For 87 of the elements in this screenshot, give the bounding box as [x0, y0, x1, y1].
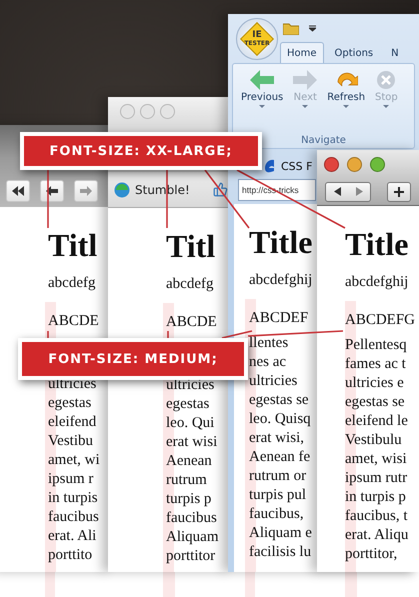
paragraph-line: egestas [48, 394, 92, 413]
left-arrow-icon [250, 70, 274, 90]
paragraph-line: egestas [166, 395, 210, 414]
add-button[interactable] [387, 182, 411, 202]
forward-button[interactable] [74, 180, 98, 202]
paragraph-line: rutrum [166, 471, 207, 490]
paragraph-line: faucibus, t [345, 507, 408, 526]
rewind-button[interactable] [6, 180, 30, 202]
paragraph-line: egestas se [249, 391, 309, 410]
paragraph-line: Vestibu [48, 432, 93, 451]
ribbon-button[interactable]: Previous [239, 70, 286, 108]
page-title: Titl [166, 227, 216, 266]
paragraph-line: fames ac t [345, 355, 406, 374]
paragraph-line: in turpis p [345, 488, 406, 507]
paragraph-line: erat. Ali [48, 527, 96, 546]
paragraph-line: Aenean fe [249, 448, 310, 467]
paragraph-line: erat wisi, [249, 429, 304, 448]
uppercase-sample: ABCDEFG [345, 311, 416, 330]
lowercase-sample: abcdefg [48, 274, 96, 293]
left-triangle-icon [334, 187, 340, 196]
paragraph-line: amet, wi [48, 451, 100, 470]
page-title: Title [249, 223, 312, 262]
leader-line [47, 170, 49, 228]
lowercase-sample: abcdefg [166, 275, 214, 294]
paragraph-line: Aliquam [166, 528, 218, 547]
zoom-button[interactable] [370, 156, 385, 172]
page-title: Title [345, 225, 408, 264]
paragraph-line: turpis pul [249, 486, 306, 505]
paragraph-line: porttitor, [345, 545, 398, 564]
stop-icon [376, 70, 396, 90]
paragraph-line: llentes [249, 334, 288, 353]
uppercase-sample: ABCDE [166, 313, 217, 332]
ribbon-tab[interactable]: N [384, 42, 406, 63]
paragraph-line: eleifend le [345, 412, 408, 431]
paragraph-line: ultricies [249, 372, 298, 391]
lowercase-sample: abcdefghij [249, 271, 312, 290]
paragraph-line: Vestibulu [345, 431, 402, 450]
paragraph-line: turpis p [166, 490, 212, 509]
close-button[interactable] [324, 156, 339, 172]
paragraph-line: erat wisi [166, 433, 218, 452]
uppercase-sample: ABCDEF [249, 309, 308, 328]
right-arrow-icon [293, 70, 318, 90]
leader-line [166, 170, 168, 228]
paragraph-line: in turpis [48, 489, 98, 508]
paragraph-line: egestas se [345, 393, 405, 412]
leader-line [167, 331, 169, 338]
ribbon-tab[interactable]: Options [328, 42, 380, 63]
paragraph-line: leo. Quisq [249, 410, 311, 429]
paragraph-line: leo. Qui [166, 414, 214, 433]
page-title: Titl [48, 226, 98, 265]
uppercase-sample: ABCDE [48, 312, 99, 331]
paragraph-line: nes ac [249, 353, 286, 372]
page-tab[interactable]: CSS F [281, 160, 312, 172]
paragraph-line: ipsum r [48, 470, 94, 489]
paragraph-line: faucibus [48, 508, 99, 527]
paragraph-line: Pellentesq [345, 336, 407, 355]
leader-line [47, 331, 49, 338]
thumbs-up-icon[interactable] [212, 182, 228, 197]
annotation-label: FONT-SIZE: XX-LARGE; [20, 132, 262, 170]
paragraph-line: porttito [48, 546, 92, 565]
paragraph-line: rutrum or [249, 467, 306, 486]
paragraph-line: faucibus [166, 509, 217, 528]
group-label: Navigate [300, 135, 347, 148]
su-logo-icon [114, 182, 130, 198]
dropdown-icon[interactable] [309, 24, 316, 32]
lowercase-sample: abcdefghij [345, 273, 408, 292]
back-arrow-icon [46, 186, 58, 196]
double-arrow-icon [12, 186, 24, 196]
paragraph-line: eleifend [48, 413, 96, 432]
paragraph-line: faucibus, [249, 505, 304, 524]
paragraph-line: Aenean [166, 452, 212, 471]
minimize-button[interactable] [347, 156, 362, 172]
paragraph-line: ultricies e [345, 374, 404, 393]
paragraph-line: porttitor [166, 547, 216, 566]
folder-icon[interactable] [283, 22, 299, 34]
paragraph-line: erat. Aliqu [345, 526, 408, 545]
plus-icon [394, 186, 404, 196]
paragraph-line: amet, wisi [345, 450, 407, 469]
forward-arrow-icon [80, 186, 92, 196]
paragraph-line: facilisis lu [249, 543, 312, 562]
paragraph-line: ipsum rutr [345, 469, 408, 488]
ie-icon [264, 158, 276, 174]
ribbon-tab[interactable]: Home [280, 42, 324, 63]
right-triangle-icon [356, 187, 362, 196]
back-button[interactable] [40, 180, 64, 202]
ribbon-button[interactable]: Refresh [325, 70, 368, 108]
paragraph-line: Aliquam e [249, 524, 312, 543]
